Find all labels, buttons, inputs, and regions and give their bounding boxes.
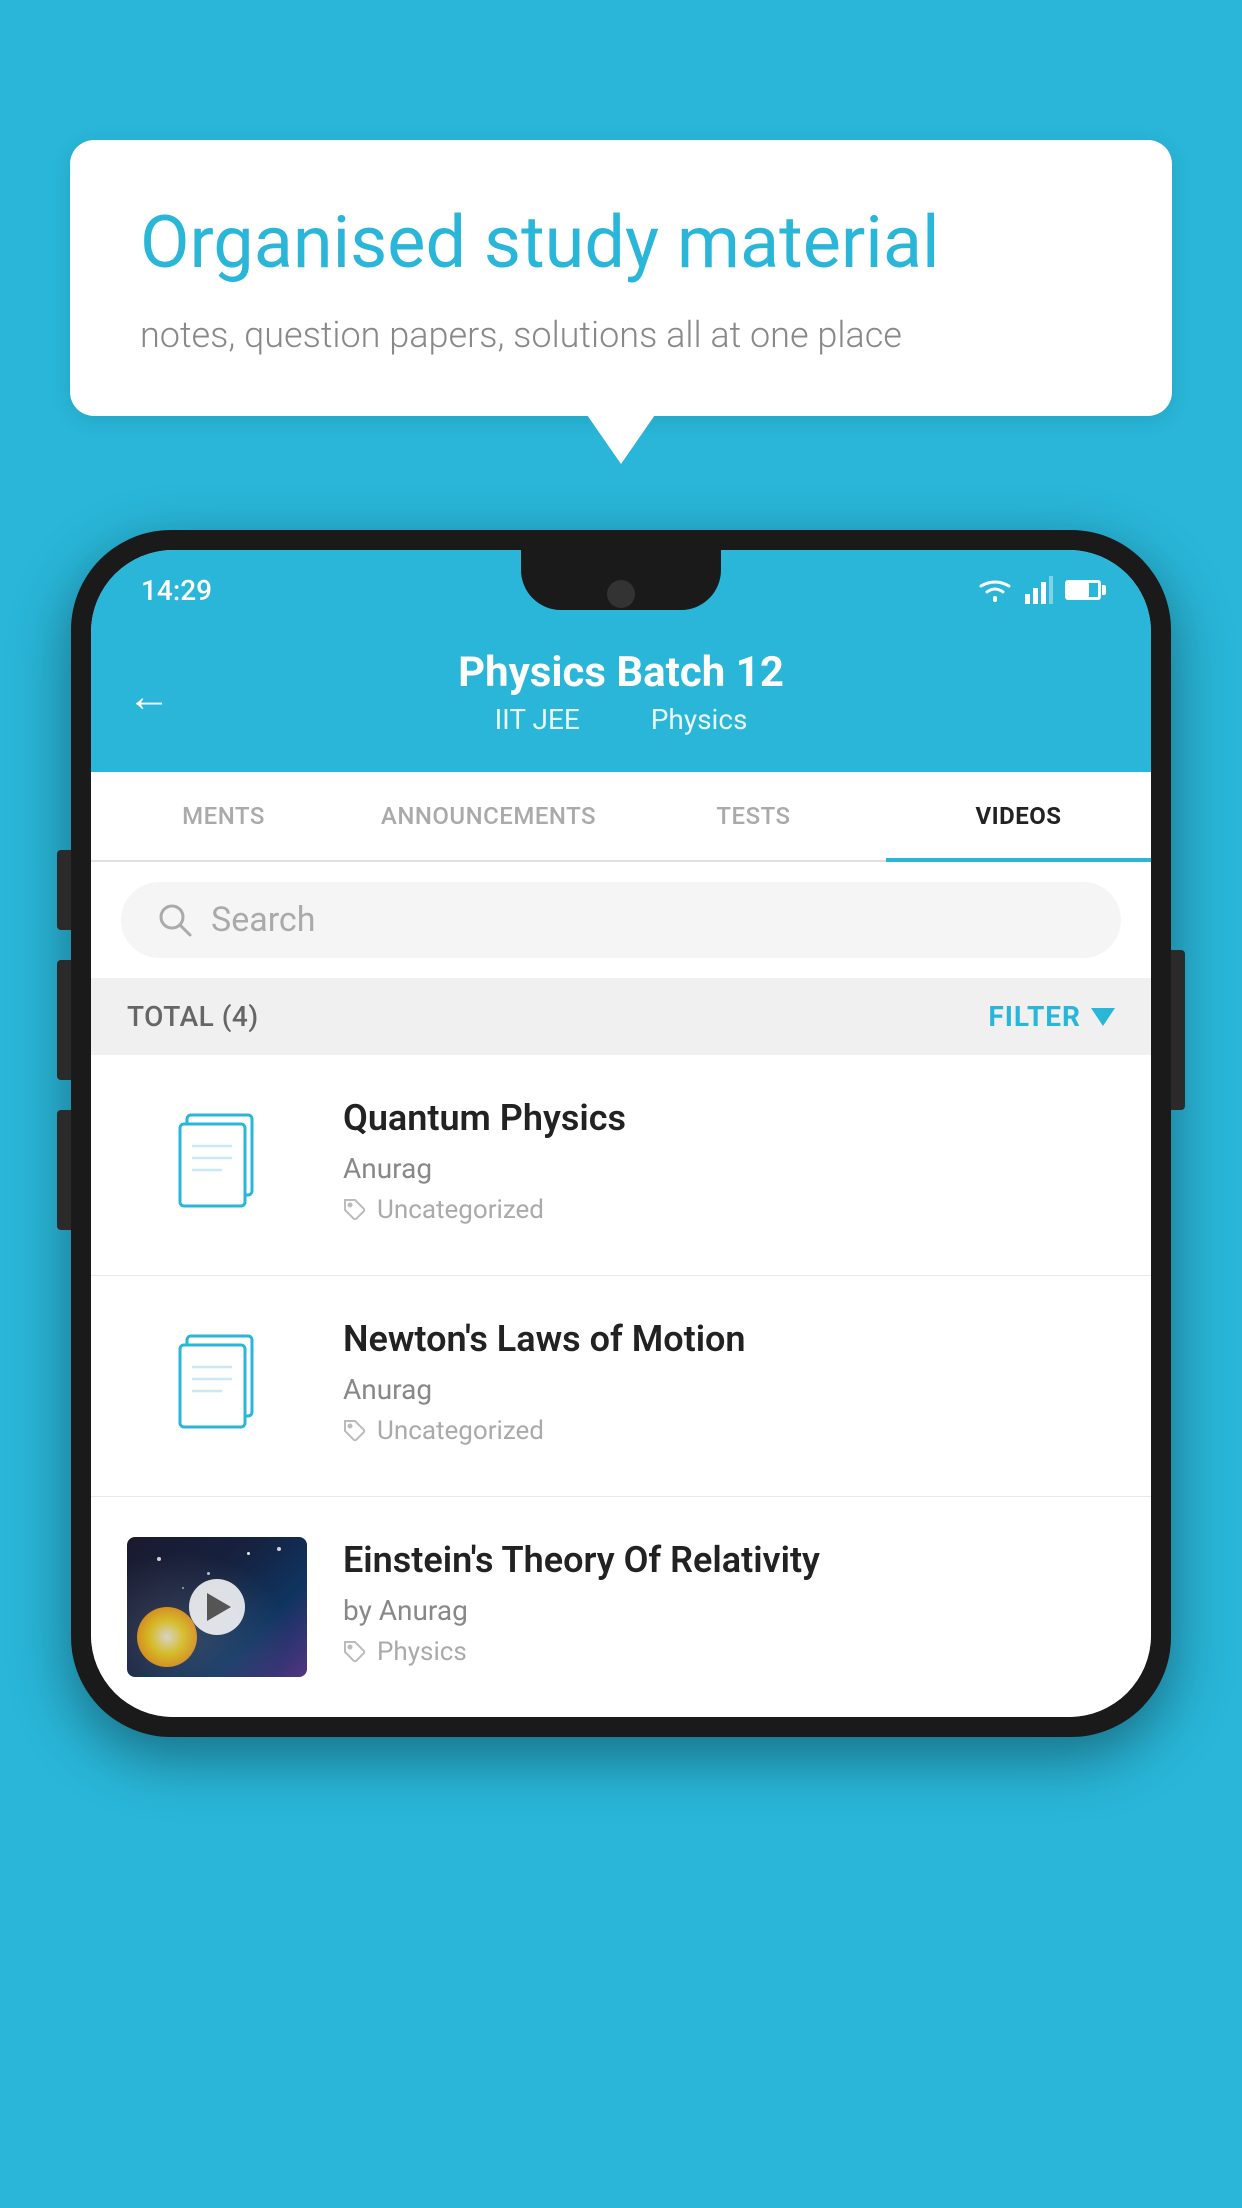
doc-icon bbox=[172, 1331, 262, 1441]
phone-notch bbox=[521, 550, 721, 610]
tag-label: Uncategorized bbox=[377, 1195, 544, 1225]
header-subtitle: IIT JEE Physics bbox=[131, 703, 1111, 736]
document-thumbnail bbox=[127, 1316, 307, 1456]
play-button[interactable] bbox=[189, 1579, 245, 1635]
video-info: Newton's Laws of Motion Anurag Uncategor… bbox=[343, 1316, 1115, 1446]
play-triangle-icon bbox=[207, 1593, 231, 1621]
filter-label: FILTER bbox=[988, 1000, 1081, 1033]
total-count: TOTAL (4) bbox=[127, 1000, 259, 1033]
video-list: Quantum Physics Anurag Uncategorized bbox=[91, 1055, 1151, 1717]
document-thumbnail bbox=[127, 1095, 307, 1235]
video-tag: Uncategorized bbox=[343, 1195, 1115, 1225]
speech-bubble: Organised study material notes, question… bbox=[70, 140, 1172, 416]
battery-fill bbox=[1068, 583, 1089, 597]
status-icons bbox=[977, 576, 1101, 604]
tag-icon bbox=[343, 1640, 367, 1664]
video-thumbnail bbox=[127, 1537, 307, 1677]
speech-bubble-wrapper: Organised study material notes, question… bbox=[70, 140, 1172, 416]
tab-ments[interactable]: MENTS bbox=[91, 772, 356, 860]
volume-down-button-2 bbox=[57, 1110, 71, 1230]
list-item[interactable]: Einstein's Theory Of Relativity by Anura… bbox=[91, 1497, 1151, 1717]
tab-tests[interactable]: TESTS bbox=[621, 772, 886, 860]
video-author: by Anurag bbox=[343, 1594, 1115, 1627]
speech-bubble-subtitle: notes, question papers, solutions all at… bbox=[140, 314, 1102, 356]
tabs-bar: MENTS ANNOUNCEMENTS TESTS VIDEOS bbox=[91, 772, 1151, 862]
filter-funnel-icon bbox=[1091, 1008, 1115, 1026]
video-info: Einstein's Theory Of Relativity by Anura… bbox=[343, 1537, 1115, 1667]
search-box[interactable]: Search bbox=[121, 882, 1121, 958]
tab-videos[interactable]: VIDEOS bbox=[886, 772, 1151, 860]
battery-icon bbox=[1065, 580, 1101, 600]
search-icon bbox=[157, 902, 193, 938]
tag-icon bbox=[343, 1419, 367, 1443]
app-header: ← Physics Batch 12 IIT JEE Physics bbox=[91, 620, 1151, 772]
tag-icon bbox=[343, 1198, 367, 1222]
wifi-icon bbox=[977, 576, 1013, 604]
video-tag: Physics bbox=[343, 1637, 1115, 1667]
phone-wrapper: 14:29 bbox=[71, 530, 1171, 1737]
front-camera bbox=[607, 580, 635, 608]
tag-label: Uncategorized bbox=[377, 1416, 544, 1446]
status-time: 14:29 bbox=[141, 574, 212, 607]
subtitle-physics: Physics bbox=[651, 703, 748, 736]
back-button[interactable]: ← bbox=[127, 670, 171, 722]
subtitle-iitjee: IIT JEE bbox=[495, 703, 580, 736]
filter-button[interactable]: FILTER bbox=[988, 1000, 1115, 1033]
phone-screen: 14:29 bbox=[91, 550, 1151, 1717]
search-placeholder: Search bbox=[211, 900, 315, 940]
phone-frame: 14:29 bbox=[71, 530, 1171, 1737]
video-title: Newton's Laws of Motion bbox=[343, 1316, 1115, 1363]
video-author: Anurag bbox=[343, 1152, 1115, 1185]
signal-icon bbox=[1025, 576, 1053, 604]
video-title: Quantum Physics bbox=[343, 1095, 1115, 1142]
video-title: Einstein's Theory Of Relativity bbox=[343, 1537, 1115, 1584]
video-author: Anurag bbox=[343, 1373, 1115, 1406]
volume-up-button bbox=[57, 960, 71, 1080]
speech-bubble-title: Organised study material bbox=[140, 200, 1102, 286]
volume-down-button bbox=[57, 850, 71, 930]
tag-label: Physics bbox=[377, 1637, 467, 1667]
tab-announcements[interactable]: ANNOUNCEMENTS bbox=[356, 772, 621, 860]
power-button bbox=[1171, 950, 1185, 1110]
video-info: Quantum Physics Anurag Uncategorized bbox=[343, 1095, 1115, 1225]
filter-row: TOTAL (4) FILTER bbox=[91, 978, 1151, 1055]
header-title: Physics Batch 12 bbox=[131, 648, 1111, 697]
video-tag: Uncategorized bbox=[343, 1416, 1115, 1446]
doc-icon bbox=[172, 1110, 262, 1220]
list-item[interactable]: Newton's Laws of Motion Anurag Uncategor… bbox=[91, 1276, 1151, 1497]
list-item[interactable]: Quantum Physics Anurag Uncategorized bbox=[91, 1055, 1151, 1276]
search-container: Search bbox=[91, 862, 1151, 978]
